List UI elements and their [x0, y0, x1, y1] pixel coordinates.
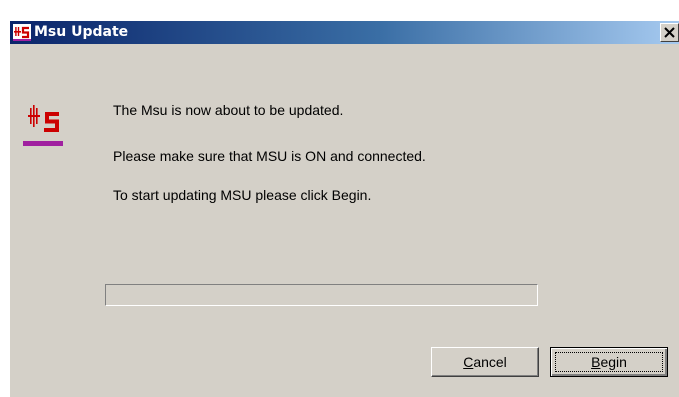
- msu-logo-icon: [13, 24, 31, 41]
- begin-button[interactable]: Begin: [550, 347, 668, 377]
- begin-button-label: Begin: [591, 354, 627, 370]
- msu-logo-icon: [23, 97, 63, 146]
- message-line-3: To start updating MSU please click Begin…: [113, 187, 372, 203]
- msu-update-dialog: Msu Update The Msu is now about to be up…: [9, 20, 679, 397]
- message-line-2: Please make sure that MSU is ON and conn…: [113, 148, 426, 164]
- cancel-button-label: Cancel: [463, 354, 507, 370]
- window-title: Msu Update: [34, 24, 129, 40]
- close-icon: [664, 27, 675, 38]
- update-progress-bar: [105, 284, 538, 306]
- message-line-1: The Msu is now about to be updated.: [113, 102, 344, 118]
- title-bar[interactable]: Msu Update: [10, 21, 679, 44]
- close-button[interactable]: [660, 23, 679, 42]
- cancel-button[interactable]: Cancel: [431, 347, 539, 377]
